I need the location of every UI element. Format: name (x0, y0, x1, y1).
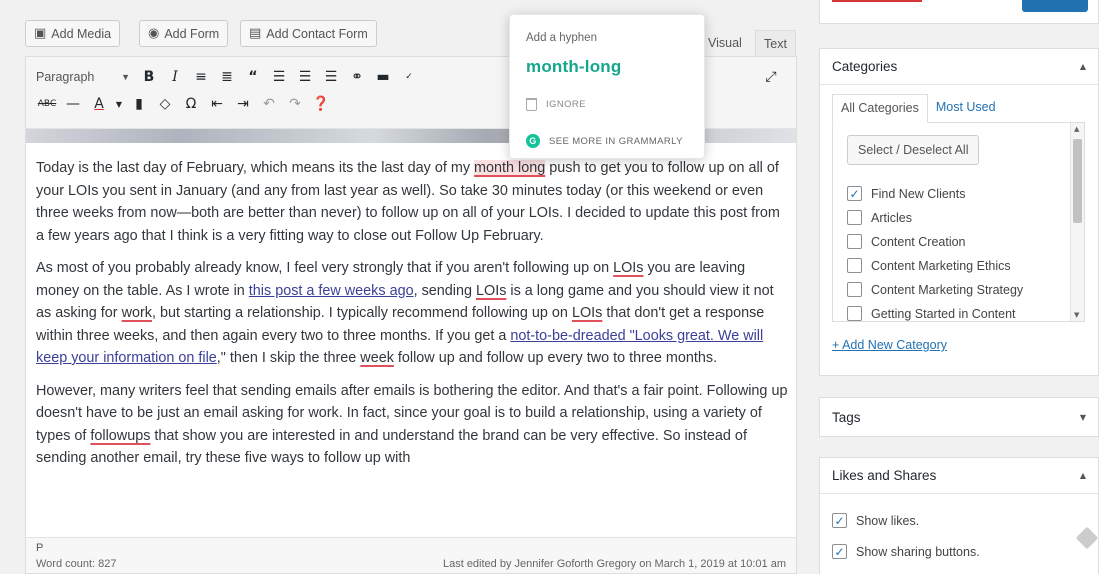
tags-panel: Tags ▼ (819, 397, 1099, 437)
move-to-trash-underline (832, 0, 922, 2)
sidebar: Categories ▲ All Categories Most Used Se… (812, 0, 1099, 574)
grammarly-logo-icon: G (526, 134, 540, 148)
paste-text-icon[interactable]: ▮ (126, 92, 152, 116)
strikethrough-icon[interactable]: ABC (34, 92, 60, 116)
show-sharing-option[interactable]: ✓ Show sharing buttons. (832, 544, 980, 559)
spelling-error-lois[interactable]: LOIs (476, 283, 506, 299)
numbered-list-icon[interactable]: ≣ (214, 65, 240, 89)
bold-icon[interactable]: B (136, 65, 162, 89)
blockquote-icon[interactable]: “ (240, 65, 266, 89)
expand-arrow-icon[interactable]: ▼ (1080, 413, 1086, 422)
category-item-content-creation[interactable]: Content Creation (847, 234, 966, 249)
category-item-find-new-clients[interactable]: ✓ Find New Clients (847, 186, 965, 201)
categories-panel: Categories ▲ All Categories Most Used Se… (819, 48, 1099, 376)
checkbox[interactable] (847, 258, 862, 273)
scrollbar-thumb[interactable] (1073, 139, 1082, 223)
update-button[interactable] (1022, 0, 1088, 12)
contact-form-icon: ▤ (249, 26, 262, 41)
grammarly-ignore-button[interactable]: IGNORE (526, 98, 586, 111)
italic-icon[interactable]: I (162, 65, 188, 89)
horizontal-line-icon[interactable]: — (60, 92, 86, 116)
likes-shares-panel: Likes and Shares ▲ ✓ Show likes. ✓ Show … (819, 457, 1099, 574)
add-contact-form-button[interactable]: ▤ Add Contact Form (240, 20, 377, 47)
text-color-caret-icon[interactable]: ▼ (112, 92, 126, 116)
category-scrollbar[interactable]: ▲ ▼ (1070, 123, 1084, 321)
indent-icon[interactable]: ⇥ (230, 92, 256, 116)
categories-header[interactable]: Categories ▲ (820, 49, 1098, 85)
grammarly-popup: Add a hyphen month-long IGNORE G SEE MOR… (509, 14, 705, 159)
text-color-icon[interactable]: A (86, 92, 112, 116)
toolbar-row-1: Paragraph ▼ B I ≡ ≣ “ ☰ ☰ ☰ ⚭ ▬ ✓ (34, 65, 422, 89)
tags-header[interactable]: Tags ▼ (820, 398, 1098, 436)
format-select[interactable]: Paragraph ▼ (34, 65, 136, 89)
likes-shares-header[interactable]: Likes and Shares ▲ (820, 458, 1098, 494)
grammarly-see-more-button[interactable]: G SEE MORE IN GRAMMARLY (526, 134, 683, 148)
editor-column: ▣ Add Media ◉ Add Form ▤ Add Contact For… (0, 0, 812, 574)
scroll-up-icon[interactable]: ▲ (1074, 125, 1079, 133)
read-more-icon[interactable]: ▬ (370, 65, 396, 89)
checkbox-checked[interactable]: ✓ (847, 186, 862, 201)
align-center-icon[interactable]: ☰ (292, 65, 318, 89)
checkbox[interactable] (847, 282, 862, 297)
add-media-button[interactable]: ▣ Add Media (25, 20, 121, 47)
checkbox[interactable] (847, 210, 862, 225)
tab-visual[interactable]: Visual (700, 30, 750, 56)
collapse-arrow-icon[interactable]: ▲ (1080, 471, 1086, 480)
link-icon[interactable]: ⚭ (344, 65, 370, 89)
align-left-icon[interactable]: ☰ (266, 65, 292, 89)
align-right-icon[interactable]: ☰ (318, 65, 344, 89)
word-count: Word count: 827 (36, 558, 117, 570)
spellcheck-icon[interactable]: ✓ (396, 65, 422, 89)
tab-all-categories[interactable]: All Categories (832, 94, 928, 123)
grammarly-suggestion[interactable]: month-long (526, 57, 621, 77)
add-form-button[interactable]: ◉ Add Form (139, 20, 229, 47)
tab-most-used[interactable]: Most Used (928, 94, 1004, 123)
grammar-error-work[interactable]: work (122, 305, 152, 321)
tab-text[interactable]: Text (755, 30, 796, 56)
special-character-icon[interactable]: Ω (178, 92, 204, 116)
clear-formatting-icon[interactable]: ◇ (152, 92, 178, 116)
category-item-content-marketing-strategy[interactable]: Content Marketing Strategy (847, 282, 1023, 297)
form-icon: ◉ (148, 26, 160, 41)
toolbar-row-2: ABC — A ▼ ▮ ◇ Ω ⇤ ⇥ ↶ ↷ ❓ (34, 92, 334, 116)
spelling-error-lois[interactable]: LOIs (572, 305, 602, 321)
checkbox-checked[interactable]: ✓ (832, 513, 847, 528)
last-edited: Last edited by Jennifer Goforth Gregory … (442, 558, 786, 570)
category-tabs: All Categories Most Used (832, 94, 1004, 123)
trash-icon (526, 98, 537, 111)
checkbox[interactable] (847, 234, 862, 249)
redo-icon[interactable]: ↷ (282, 92, 308, 116)
collapse-arrow-icon[interactable]: ▲ (1080, 62, 1086, 71)
grammar-error-week[interactable]: week (360, 350, 394, 366)
media-icon: ▣ (34, 26, 47, 41)
checkbox[interactable] (847, 306, 862, 321)
checkbox-checked[interactable]: ✓ (832, 544, 847, 559)
show-likes-option[interactable]: ✓ Show likes. (832, 513, 919, 528)
category-item-articles[interactable]: Articles (847, 210, 912, 225)
post-link[interactable]: this post a few weeks ago (249, 283, 414, 299)
grammarly-title: Add a hyphen (526, 32, 597, 44)
spelling-error-followups[interactable]: followups (90, 428, 150, 444)
category-item-content-marketing-ethics[interactable]: Content Marketing Ethics (847, 258, 1011, 273)
paragraph-2: As most of you probably already know, I … (36, 260, 774, 366)
spelling-error-lois[interactable]: LOIs (613, 260, 643, 276)
grammar-error-month-long[interactable]: month long (474, 160, 546, 176)
fullscreen-icon[interactable]: ⤢ (758, 65, 784, 89)
editor-content[interactable]: Today is the last day of February, which… (36, 157, 788, 480)
scroll-down-icon[interactable]: ▼ (1074, 311, 1079, 319)
select-deselect-all-button[interactable]: Select / Deselect All (847, 135, 980, 165)
category-checklist: Select / Deselect All ✓ Find New Clients… (832, 122, 1085, 322)
editor-statusbar: P Word count: 827 Last edited by Jennife… (26, 537, 796, 573)
add-new-category-link[interactable]: + Add New Category (832, 338, 947, 352)
paragraph-3: However, many writers feel that sending … (36, 382, 788, 467)
outdent-icon[interactable]: ⇤ (204, 92, 230, 116)
help-icon[interactable]: ❓ (308, 92, 334, 116)
paragraph-1: Today is the last day of February, which… (36, 160, 780, 244)
bullet-list-icon[interactable]: ≡ (188, 65, 214, 89)
undo-icon[interactable]: ↶ (256, 92, 282, 116)
category-item-getting-started[interactable]: Getting Started in Content (847, 306, 1016, 321)
chevron-down-icon: ▼ (121, 72, 130, 82)
element-path[interactable]: P (36, 542, 43, 554)
publish-panel-remnant (819, 0, 1099, 24)
